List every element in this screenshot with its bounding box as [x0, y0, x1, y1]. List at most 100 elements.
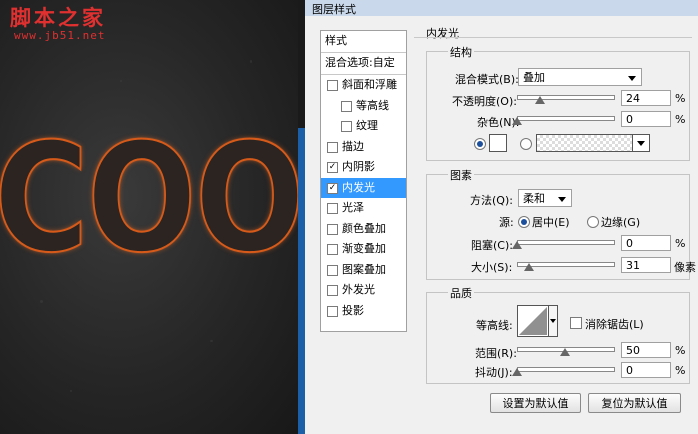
jitter-input[interactable]: 0 — [621, 362, 671, 378]
style-list-item-label: 斜面和浮雕 — [342, 78, 397, 91]
range-slider-thumb[interactable] — [560, 348, 570, 356]
blend-mode-value: 叠加 — [523, 71, 545, 84]
source-center-radio[interactable] — [518, 216, 530, 228]
size-unit: 像素 — [674, 261, 696, 274]
opacity-label: 不透明度(O): — [452, 95, 517, 108]
style-list-blending-options[interactable]: 混合选项:自定 — [325, 53, 410, 73]
style-checkbox[interactable] — [327, 223, 338, 235]
style-list-item-label: 渐变叠加 — [342, 242, 386, 255]
style-list-item-label: 内阴影 — [342, 160, 375, 173]
structure-title: 结构 — [448, 44, 474, 60]
style-list-item[interactable]: 光泽 — [321, 198, 406, 218]
contour-dropdown-button[interactable] — [548, 305, 558, 337]
style-list-item-label: 等高线 — [356, 98, 389, 112]
style-list-item-label: 光泽 — [342, 201, 364, 214]
elements-title: 图素 — [448, 167, 474, 183]
style-checkbox[interactable] — [341, 100, 352, 112]
opacity-slider-track[interactable] — [517, 95, 615, 100]
style-list-item[interactable]: 外发光 — [321, 280, 406, 300]
style-list-item[interactable]: 图案叠加 — [321, 260, 406, 280]
gradient-picker[interactable] — [536, 134, 633, 152]
style-list-item[interactable]: ✓ 内阴影 — [321, 157, 406, 177]
watermark-title: 脚本之家 — [10, 5, 106, 30]
style-list-item[interactable]: 等高线 — [321, 96, 406, 116]
style-list-item[interactable]: 颜色叠加 — [321, 219, 406, 239]
style-checkbox[interactable] — [327, 141, 338, 153]
style-checkbox[interactable] — [327, 244, 338, 255]
style-list-item-label: 图案叠加 — [342, 262, 386, 276]
jitter-slider-thumb[interactable] — [512, 368, 522, 376]
contour-curve-icon — [519, 307, 547, 335]
jitter-label: 抖动(J): — [475, 366, 513, 379]
style-checkbox[interactable]: ✓ — [327, 162, 338, 173]
contour-preview[interactable] — [517, 305, 549, 337]
style-list-item-label: 描边 — [342, 139, 364, 153]
style-checkbox[interactable] — [327, 285, 338, 296]
choke-slider-thumb[interactable] — [512, 241, 522, 249]
size-input[interactable]: 31 — [621, 257, 671, 273]
noise-slider-track[interactable] — [517, 116, 615, 121]
artwork-glow-text: COO — [0, 112, 298, 286]
style-checkbox[interactable] — [327, 80, 338, 91]
technique-select[interactable]: 柔和 — [518, 189, 572, 207]
gradient-mode-radio[interactable] — [520, 138, 532, 150]
style-list-item[interactable]: 纹理 — [321, 116, 406, 136]
source-edge-label: 边缘(G) — [601, 216, 641, 229]
chevron-down-icon — [637, 141, 645, 146]
glow-color-swatch[interactable] — [489, 134, 507, 152]
technique-label: 方法(Q): — [470, 194, 513, 207]
style-list-header[interactable]: 样式 — [325, 31, 410, 51]
choke-label: 阻塞(C): — [471, 239, 513, 252]
dialog-titlebar[interactable] — [305, 0, 698, 16]
jitter-unit: % — [675, 364, 686, 377]
chevron-down-icon — [558, 197, 566, 202]
style-checkbox[interactable] — [327, 203, 338, 214]
style-list-item-label: 投影 — [342, 303, 364, 317]
color-mode-radio[interactable] — [474, 138, 486, 150]
size-slider-thumb[interactable] — [524, 263, 534, 271]
style-list-item[interactable]: 渐变叠加 — [321, 239, 406, 259]
choke-unit: % — [675, 237, 686, 250]
contour-label: 等高线: — [476, 319, 513, 332]
style-list-item-label: 颜色叠加 — [342, 221, 386, 235]
antialias-label: 消除锯齿(L) — [585, 318, 644, 331]
style-checkbox[interactable] — [327, 264, 338, 276]
blend-mode-select[interactable]: 叠加 — [518, 68, 642, 86]
style-list-item-label: 内发光 — [342, 180, 375, 194]
gradient-dropdown-button[interactable] — [632, 134, 650, 152]
chevron-down-icon — [550, 319, 556, 323]
choke-slider-track[interactable] — [517, 240, 615, 245]
choke-input[interactable]: 0 — [621, 235, 671, 251]
artwork-canvas: COO — [0, 0, 298, 434]
style-list-item[interactable]: 投影 — [321, 301, 406, 321]
range-label: 范围(R): — [475, 347, 517, 360]
opacity-slider-thumb[interactable] — [535, 96, 546, 104]
quality-title: 品质 — [448, 285, 474, 301]
make-default-button[interactable]: 设置为默认值 — [490, 393, 581, 413]
chevron-down-icon — [628, 76, 636, 81]
style-checkbox[interactable] — [327, 305, 338, 317]
style-list-item[interactable]: ✓ 内发光 — [321, 177, 406, 198]
antialias-checkbox[interactable] — [570, 317, 582, 329]
source-label: 源: — [499, 216, 514, 229]
noise-input[interactable]: 0 — [621, 111, 671, 127]
size-label: 大小(S): — [471, 261, 513, 274]
style-list-item-label: 纹理 — [356, 119, 378, 132]
style-list-item-label: 外发光 — [342, 283, 375, 296]
noise-slider-thumb[interactable] — [512, 117, 522, 125]
jitter-slider-track[interactable] — [517, 367, 615, 372]
style-checkbox[interactable]: ✓ — [327, 182, 338, 194]
reset-default-button[interactable]: 复位为默认值 — [588, 393, 681, 413]
noise-unit: % — [675, 113, 686, 126]
dialog-title: 图层样式 — [312, 3, 356, 16]
technique-value: 柔和 — [523, 192, 545, 205]
range-input[interactable]: 50 — [621, 342, 671, 358]
style-list-item[interactable]: 斜面和浮雕 — [321, 75, 406, 95]
range-unit: % — [675, 344, 686, 357]
scrollbar-strip[interactable] — [298, 128, 305, 434]
style-list-item[interactable]: 描边 — [321, 137, 406, 157]
opacity-input[interactable]: 24 — [621, 90, 671, 106]
style-checkbox[interactable] — [341, 121, 352, 132]
source-edge-radio[interactable] — [587, 216, 599, 228]
divider — [414, 37, 692, 38]
